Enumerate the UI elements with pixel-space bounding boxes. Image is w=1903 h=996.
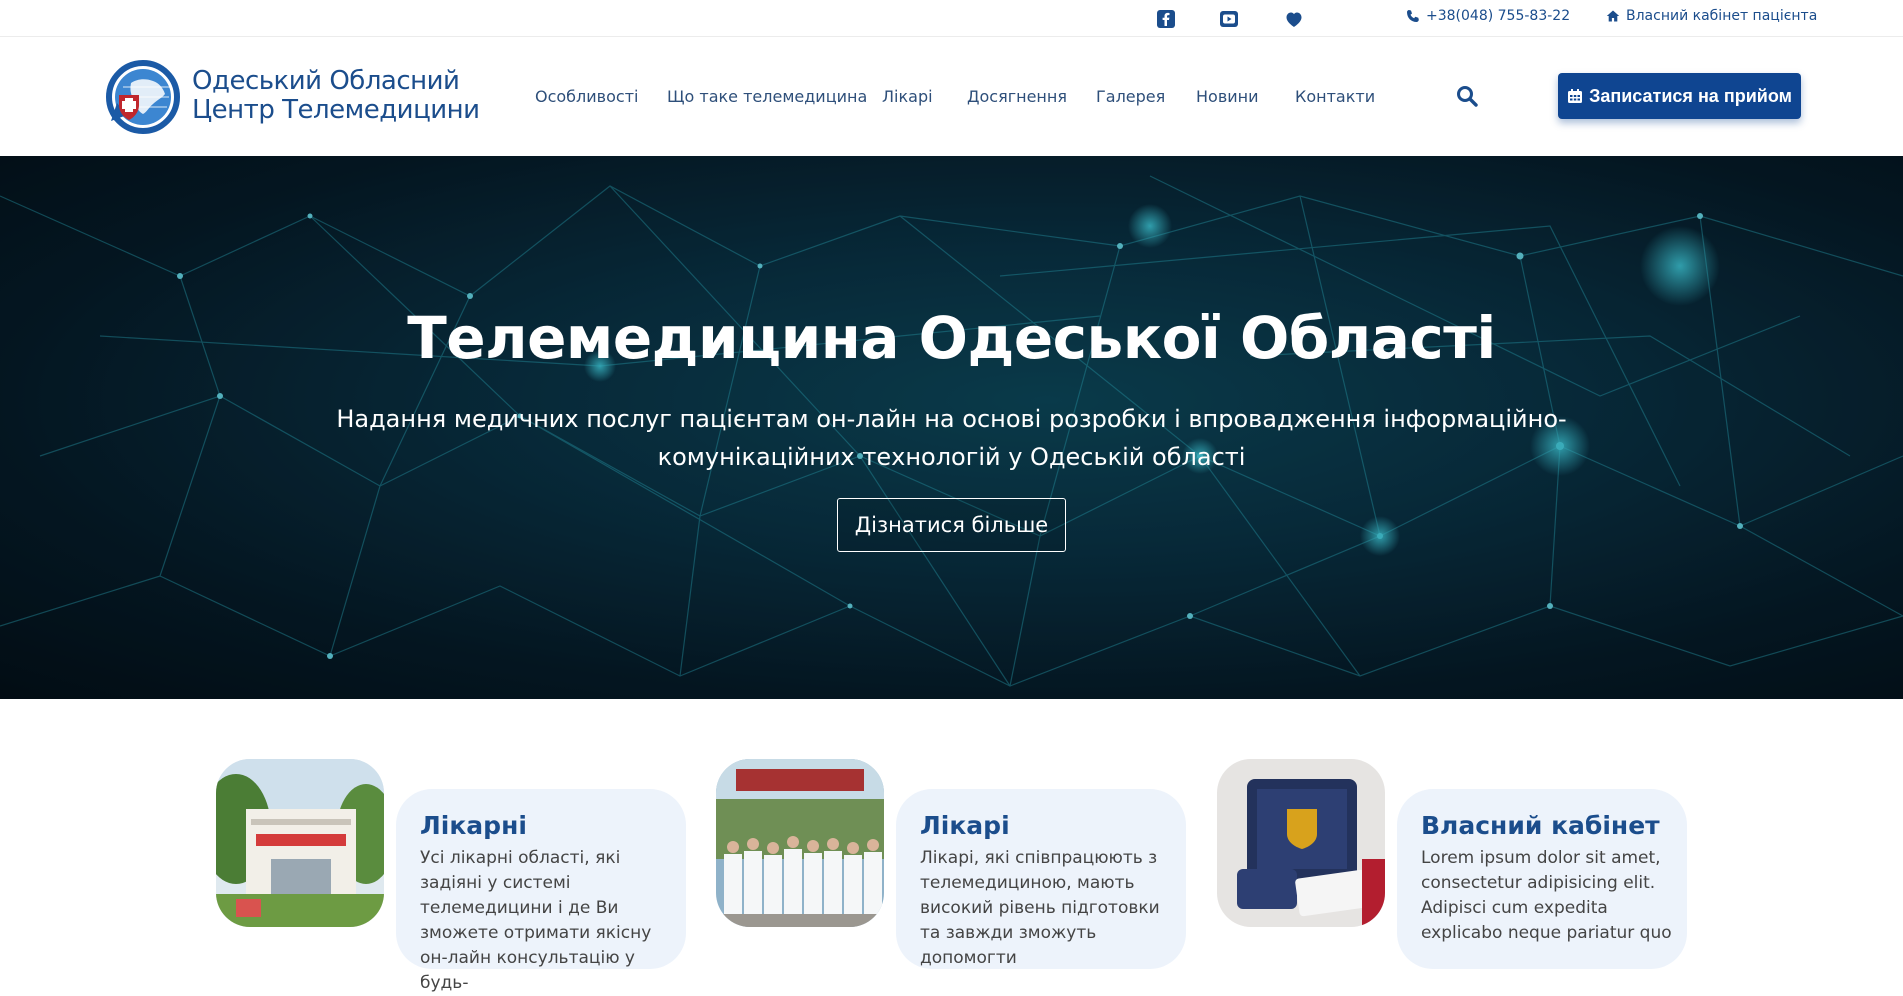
phone-number: +38(048) 755-83-22	[1426, 8, 1571, 24]
nav-item-telemedicine[interactable]: Що таке телемедицина	[667, 87, 867, 106]
site-header: Одеський Обласний Центр Телемедицини Осо…	[0, 37, 1903, 156]
patient-cabinet-link[interactable]: Власний кабінет пацієнта	[1606, 8, 1817, 24]
nav-item-contacts[interactable]: Контакти	[1295, 87, 1375, 106]
nav-item-news[interactable]: Новини	[1196, 87, 1259, 106]
calendar-icon	[1568, 89, 1583, 103]
card-text: Лікарі, які співпрацюють з телемедициною…	[920, 848, 1160, 968]
hero-subtitle: Надання медичних послуг пацієнтам он-лай…	[336, 405, 1567, 471]
card-text: Усі лікарні області, які задіяні у систе…	[420, 848, 652, 993]
card-title: Власний кабінет	[1421, 811, 1660, 840]
doctors-group-image	[716, 759, 884, 927]
nav-item-doctors[interactable]: Лікарі	[882, 87, 933, 106]
book-appointment-button[interactable]: Записатися на прийом	[1558, 73, 1801, 119]
logo-line-2: Центр Телемедицини	[192, 95, 480, 125]
book-appointment-label: Записатися на прийом	[1589, 85, 1792, 106]
hero-banner: Телемедицина Одеської Області Надання ме…	[0, 156, 1903, 699]
patient-cabinet-label: Власний кабінет пацієнта	[1626, 8, 1818, 24]
card-title: Лікарні	[420, 811, 527, 840]
card-text: Lorem ipsum dolor sit amet, consectetur …	[1421, 848, 1672, 943]
hero-title: Телемедицина Одеської Області	[407, 304, 1496, 372]
logo-text: Одеський Обласний Центр Телемедицини	[192, 67, 480, 125]
card-doctors[interactable]: Лікарі Лікарі, які співпрацюють з телеме…	[716, 759, 1186, 969]
card-personal-cabinet[interactable]: Власний кабінет Lorem ipsum dolor sit am…	[1217, 759, 1687, 969]
logo-line-1: Одеський Обласний	[192, 66, 460, 96]
phone-icon	[1407, 10, 1419, 22]
logo-icon	[106, 60, 180, 134]
nav-item-gallery[interactable]: Галерея	[1096, 87, 1165, 106]
nav-item-features[interactable]: Особливості	[535, 87, 638, 106]
card-hospitals[interactable]: Лікарні Усі лікарні області, які задіяні…	[216, 759, 686, 993]
facebook-icon[interactable]	[1156, 9, 1176, 29]
medical-bag-image	[1217, 759, 1385, 927]
search-icon[interactable]	[1456, 85, 1478, 107]
top-bar: +38(048) 755-83-22 Власний кабінет паціє…	[0, 0, 1903, 37]
hospital-building-image	[216, 759, 384, 927]
phone-link[interactable]: +38(048) 755-83-22	[1406, 8, 1570, 24]
home-icon	[1606, 10, 1620, 22]
nav-item-achievements[interactable]: Досягнення	[967, 87, 1067, 106]
learn-more-button[interactable]: Дізнатися більше	[837, 498, 1066, 552]
card-title: Лікарі	[920, 811, 1010, 840]
youtube-icon[interactable]	[1219, 9, 1239, 29]
heart-icon[interactable]	[1284, 9, 1304, 29]
site-logo[interactable]: Одеський Обласний Центр Телемедицини	[103, 59, 480, 137]
